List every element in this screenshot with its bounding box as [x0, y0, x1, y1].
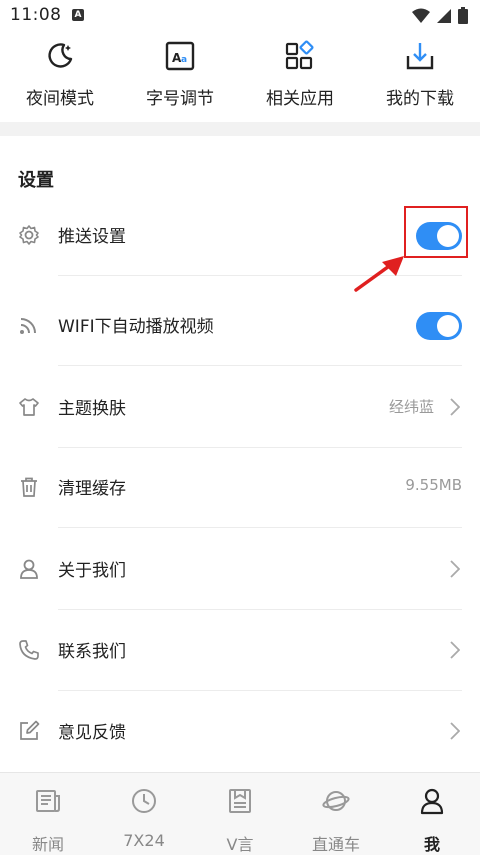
quick-action-label: 相关应用	[266, 89, 334, 109]
settings-title: 设置	[18, 170, 54, 191]
annotation-arrow-icon	[354, 256, 404, 292]
apps-grid-icon	[285, 40, 314, 70]
gear-icon	[19, 225, 39, 245]
row-divider	[58, 365, 462, 366]
quick-actions: 夜间模式 A a 字号调节 相关应用 我的下载	[0, 32, 480, 120]
notification-icon: A	[72, 9, 84, 21]
my-downloads-button[interactable]: 我的下载	[360, 32, 480, 120]
about-us-label: 关于我们	[58, 561, 126, 581]
push-settings-label: 推送设置	[58, 227, 126, 247]
battery-icon	[458, 7, 468, 24]
svg-text:a: a	[181, 55, 187, 65]
document-icon	[229, 789, 251, 813]
cell-signal-icon	[437, 8, 451, 23]
news-icon	[36, 790, 60, 812]
font-size-icon: A a	[165, 41, 195, 71]
clear-cache-row[interactable]: 清理缓存 9.55MB	[0, 448, 480, 528]
theme-row[interactable]: 主题换肤 经纬蓝	[0, 368, 480, 448]
chevron-right-icon	[450, 560, 460, 578]
user-icon	[20, 559, 38, 579]
wifi-icon	[20, 318, 36, 334]
tab-label: 7X24	[123, 831, 165, 850]
download-icon	[406, 43, 434, 70]
section-divider	[0, 122, 480, 136]
wifi-autoplay-row[interactable]: WIFI下自动播放视频	[0, 286, 480, 366]
theme-value: 经纬蓝	[388, 398, 434, 416]
tshirt-icon	[19, 398, 39, 416]
moon-icon	[48, 43, 73, 68]
highlight-box	[404, 206, 468, 258]
chevron-right-icon	[450, 722, 460, 740]
tab-v-yan[interactable]: V言	[192, 773, 288, 855]
chevron-right-icon	[450, 641, 460, 659]
row-divider	[58, 527, 462, 528]
tab-label: V言	[226, 835, 254, 854]
feedback-label: 意见反馈	[58, 723, 126, 743]
theme-label: 主题换肤	[58, 399, 126, 419]
planet-icon	[322, 791, 350, 811]
contact-us-row[interactable]: 联系我们	[0, 611, 480, 691]
wifi-autoplay-toggle[interactable]	[416, 312, 462, 340]
contact-us-label: 联系我们	[58, 642, 126, 662]
row-divider	[58, 609, 462, 610]
cache-size-value: 9.55MB	[405, 476, 462, 494]
tab-7x24[interactable]: 7X24	[96, 773, 192, 855]
chevron-right-icon	[450, 398, 460, 416]
quick-action-label: 夜间模式	[26, 89, 94, 109]
tab-label: 新闻	[31, 835, 64, 854]
wifi-autoplay-label: WIFI下自动播放视频	[58, 317, 214, 337]
related-apps-button[interactable]: 相关应用	[240, 32, 360, 120]
toggle-knob	[437, 315, 459, 337]
quick-action-label: 字号调节	[146, 89, 214, 109]
wifi-signal-icon	[412, 8, 430, 23]
feedback-row[interactable]: 意见反馈	[0, 692, 480, 772]
clock-icon	[132, 789, 156, 813]
tab-me[interactable]: 我	[384, 773, 480, 855]
font-size-button[interactable]: A a 字号调节	[120, 32, 240, 120]
tab-label: 我	[423, 835, 440, 854]
quick-action-label: 我的下载	[386, 89, 454, 109]
system-icons	[412, 7, 468, 24]
night-mode-button[interactable]: 夜间模式	[0, 32, 120, 120]
profile-icon	[420, 788, 444, 815]
tab-express[interactable]: 直通车	[288, 773, 384, 855]
row-divider	[58, 690, 462, 691]
tab-label: 直通车	[311, 835, 360, 854]
status-time: 11:08	[10, 5, 62, 25]
bottom-tab-bar: 新闻 7X24 V言 直通车 我	[0, 772, 480, 855]
clear-cache-label: 清理缓存	[58, 479, 126, 499]
about-us-row[interactable]: 关于我们	[0, 530, 480, 610]
phone-icon	[19, 640, 39, 660]
trash-icon	[21, 477, 37, 497]
edit-icon	[20, 720, 40, 740]
tab-news[interactable]: 新闻	[0, 773, 96, 855]
status-bar: 11:08 A	[0, 0, 480, 32]
